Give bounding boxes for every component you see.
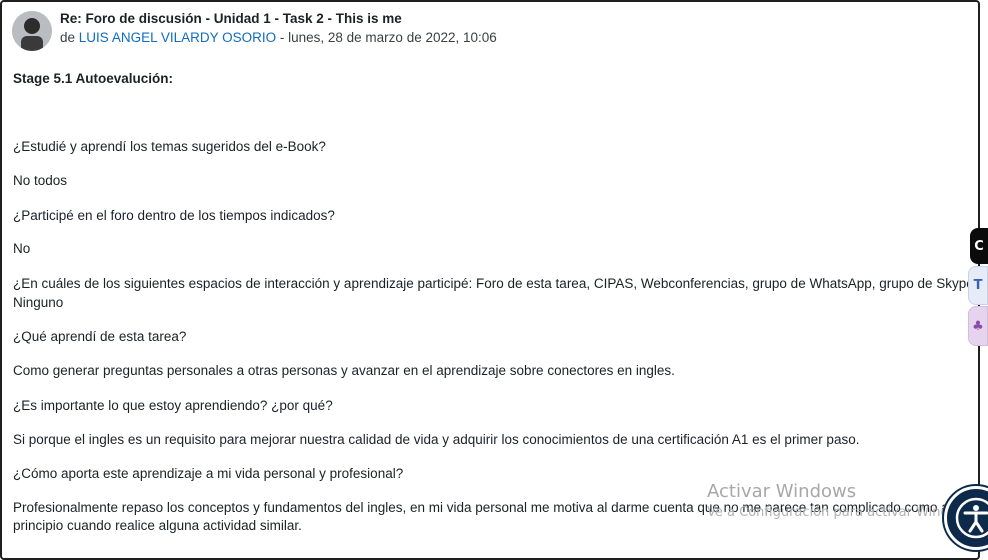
question-3: ¿En cuáles de los siguientes espacios de…: [13, 276, 988, 291]
accessibility-icon: [955, 497, 988, 539]
question-1: ¿Estudié y aprendí los temas sugeridos d…: [13, 139, 326, 154]
answer-5: Si porque el ingles es un requisito para…: [13, 432, 860, 447]
side-tab-blue[interactable]: T: [968, 266, 988, 305]
forum-post: Re: Foro de discusión - Unidad 1 - Task …: [0, 0, 988, 560]
answer-2: No: [13, 241, 31, 256]
post-date: - lunes, 28 de marzo de 2022, 10:06: [276, 30, 497, 45]
author-link[interactable]: LUIS ANGEL VILARDY OSORIO: [79, 30, 276, 45]
answer-1: No todos: [13, 173, 68, 188]
side-tab-purple[interactable]: ♣: [968, 306, 988, 346]
side-tab-dark-label: C: [974, 238, 984, 254]
side-tab-purple-label: ♣: [972, 318, 984, 334]
question-5: ¿Es importante lo que estoy aprendiendo?…: [13, 398, 333, 413]
answer-3: Ninguno: [13, 295, 64, 310]
side-tab-dark[interactable]: C: [970, 228, 988, 264]
activation-watermark-title: Activar Windows: [707, 481, 857, 502]
user-avatar[interactable]: [12, 11, 52, 51]
side-tab-blue-label: T: [973, 278, 983, 293]
activation-watermark-subtitle: Ve a Configuración para activar Windows.: [707, 505, 979, 520]
answer-4: Como generar preguntas personales a otra…: [13, 363, 675, 378]
question-6: ¿Cómo aporta este aprendizaje a mi vida …: [13, 466, 404, 481]
question-4: ¿Qué aprendí de esta tarea?: [13, 329, 187, 344]
question-2: ¿Participé en el foro dentro de los tiem…: [13, 208, 335, 223]
stage-heading: Stage 5.1 Autoevalución:: [13, 71, 174, 86]
byline-prefix: de: [60, 30, 76, 45]
post-subject: Re: Foro de discusión - Unidad 1 - Task …: [60, 11, 402, 26]
post-byline: de LUIS ANGEL VILARDY OSORIO - lunes, 28…: [60, 30, 497, 45]
